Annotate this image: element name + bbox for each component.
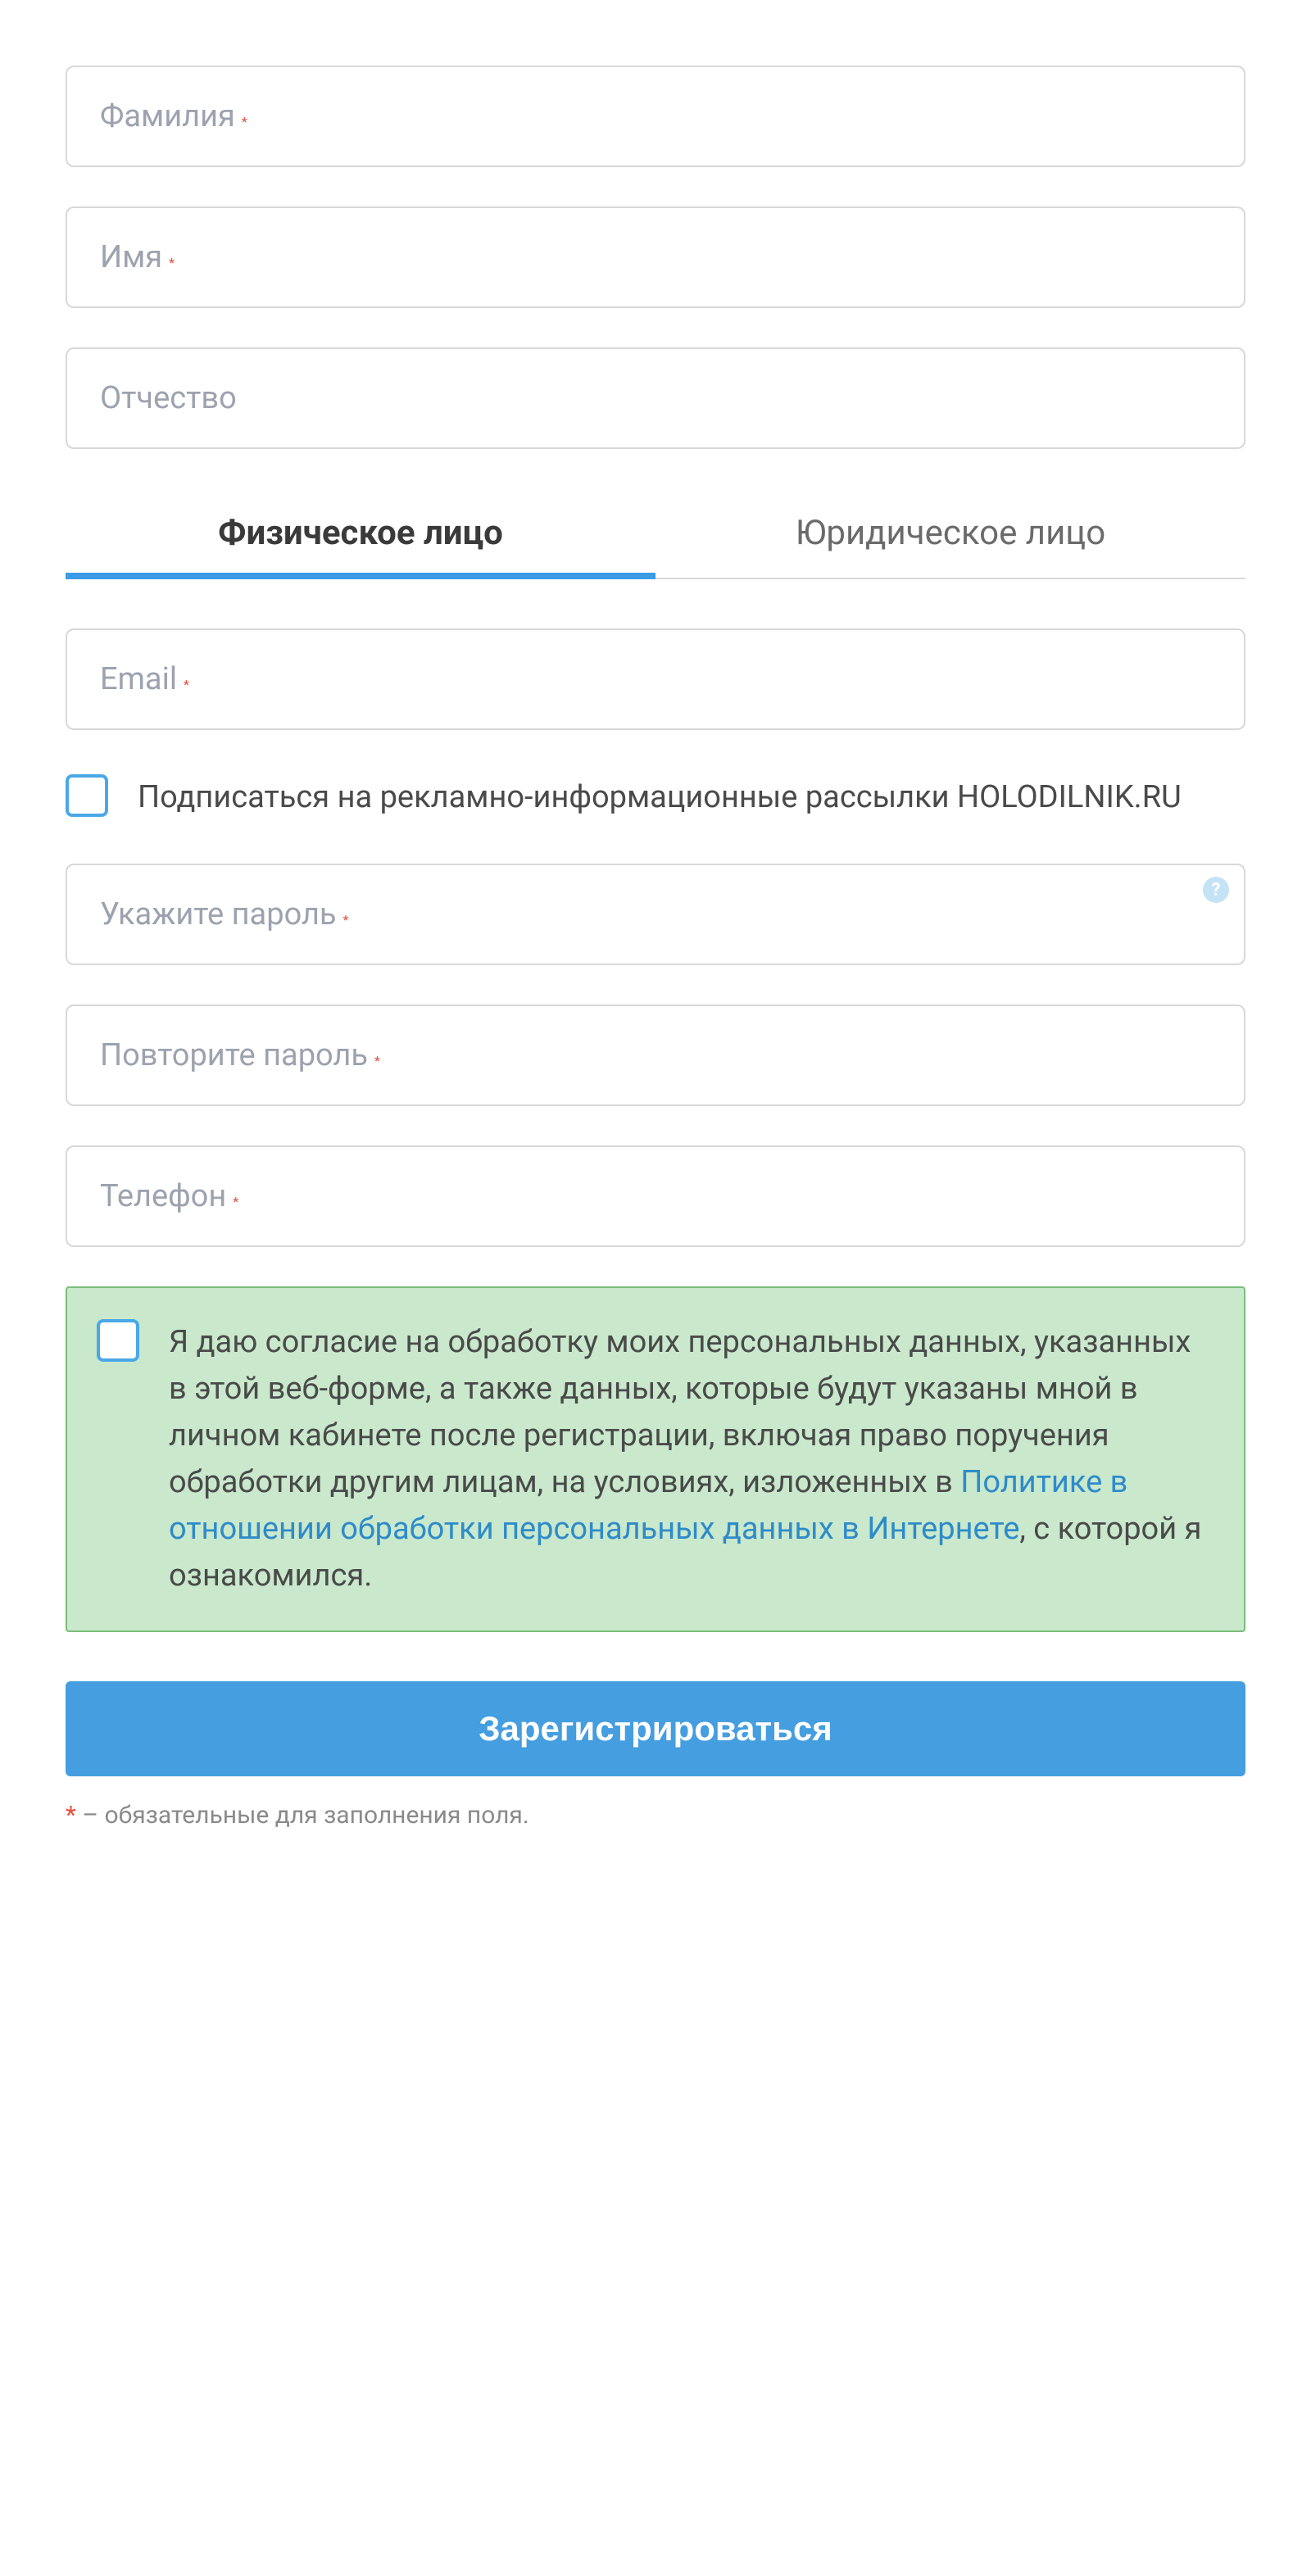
registration-form: Фамилия * Имя * Отчество Физическое лицо…: [66, 66, 1245, 1830]
password-field[interactable]: Укажите пароль * ?: [66, 864, 1245, 965]
required-mark: *: [242, 114, 247, 129]
tab-legal[interactable]: Юридическое лицо: [656, 488, 1245, 578]
phone-label: Телефон: [100, 1178, 226, 1214]
email-label: Email: [100, 661, 177, 697]
footnote-mark: *: [66, 1801, 76, 1830]
phone-field[interactable]: Телефон *: [66, 1145, 1245, 1247]
register-button-label: Зарегистрироваться: [479, 1709, 832, 1748]
required-mark: *: [233, 1194, 238, 1209]
lastname-label: Фамилия: [100, 98, 235, 134]
firstname-label: Имя: [100, 239, 162, 275]
consent-box: Я даю согласие на обработку моих персона…: [66, 1286, 1245, 1632]
patronymic-field[interactable]: Отчество: [66, 347, 1245, 449]
consent-text: Я даю согласие на обработку моих персона…: [169, 1319, 1214, 1599]
password-label: Укажите пароль: [100, 896, 337, 932]
lastname-field[interactable]: Фамилия *: [66, 66, 1245, 167]
password-repeat-label: Повторите пароль: [100, 1037, 368, 1073]
tab-individual-label: Физическое лицо: [218, 513, 503, 553]
footnote-text: – обязательные для заполнения поля.: [76, 1801, 529, 1830]
entity-type-tabs: Физическое лицо Юридическое лицо: [66, 488, 1245, 579]
consent-checkbox[interactable]: [97, 1319, 139, 1362]
subscribe-row: Подписаться на рекламно-информационные р…: [66, 769, 1245, 824]
required-mark: *: [184, 677, 189, 692]
firstname-field[interactable]: Имя *: [66, 206, 1245, 308]
subscribe-label: Подписаться на рекламно-информационные р…: [138, 774, 1182, 819]
register-button[interactable]: Зарегистрироваться: [66, 1681, 1245, 1776]
email-field[interactable]: Email *: [66, 628, 1245, 730]
required-mark: *: [169, 255, 175, 270]
password-help-icon[interactable]: ?: [1203, 877, 1229, 903]
required-mark: *: [343, 912, 349, 927]
required-footnote: * – обязательные для заполнения поля.: [66, 1801, 1245, 1830]
subscribe-checkbox[interactable]: [66, 774, 108, 817]
required-mark: *: [374, 1053, 380, 1068]
password-repeat-field[interactable]: Повторите пароль *: [66, 1005, 1245, 1106]
tab-legal-label: Юридическое лицо: [796, 513, 1105, 553]
tab-individual[interactable]: Физическое лицо: [66, 488, 656, 578]
patronymic-label: Отчество: [100, 380, 237, 416]
